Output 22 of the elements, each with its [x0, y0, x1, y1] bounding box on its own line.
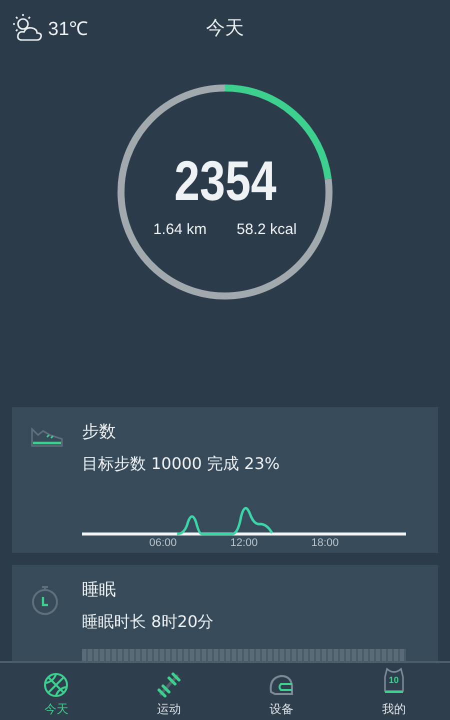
- page-title: 今天: [206, 16, 244, 40]
- temperature: 31℃: [48, 18, 88, 40]
- axis-label: 12:00: [230, 537, 258, 549]
- distance: 1.64 km: [153, 220, 207, 238]
- card-detail: 睡眠时长 8时20分: [82, 611, 215, 633]
- axis-label: 06:00: [149, 537, 177, 549]
- stopwatch-icon: [30, 583, 60, 617]
- card-title: 睡眠: [82, 579, 117, 602]
- nav-tab[interactable]: 今天: [0, 663, 112, 720]
- helmet-icon: [267, 672, 296, 698]
- step-count: 2354: [174, 152, 276, 208]
- nav-tab[interactable]: 运动: [112, 663, 225, 720]
- dumbbell-icon: [154, 672, 183, 698]
- card-detail: 目标步数 10000 完成 23%: [82, 453, 281, 475]
- ball-icon: [43, 672, 70, 698]
- sun-cloud-icon: [12, 12, 44, 44]
- card-title: 步数: [82, 421, 117, 444]
- calories: 58.2 kcal: [236, 220, 297, 238]
- nav-tab[interactable]: 设备: [225, 663, 338, 720]
- nav-tab[interactable]: 10 我的: [338, 663, 450, 720]
- axis-label: 18:00: [311, 537, 339, 549]
- shoe-icon: [30, 425, 64, 449]
